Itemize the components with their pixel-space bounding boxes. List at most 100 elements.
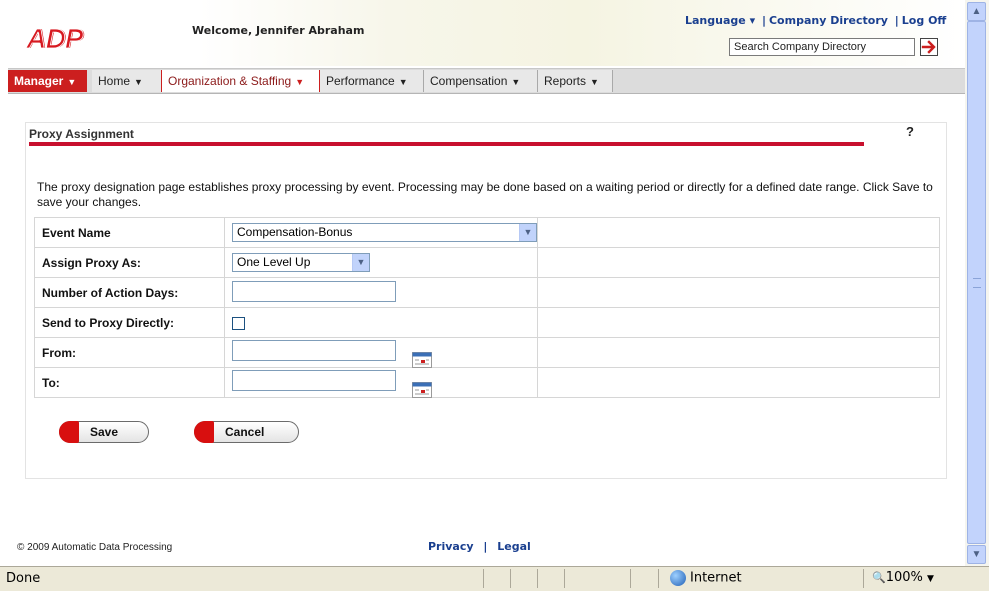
top-links: Language ▾ | Company Directory | Log Off bbox=[685, 14, 946, 27]
filler-cell bbox=[537, 247, 940, 278]
status-panel-divider bbox=[537, 569, 538, 588]
browser-viewport: ADP ADP Welcome, Jennifer Abraham Langua… bbox=[0, 0, 965, 566]
proxy-form-table: Event Name Compensation-Bonus ▼ Assign P… bbox=[34, 217, 940, 399]
filler-cell bbox=[537, 337, 940, 368]
menu-manager[interactable]: Manager ▼ bbox=[8, 70, 87, 92]
action-days-input[interactable] bbox=[232, 280, 396, 302]
assign-proxy-select[interactable]: One Level Up ▼ bbox=[232, 253, 370, 272]
save-button-label: Save bbox=[90, 425, 119, 439]
menu-compensation[interactable]: Compensation ▼ bbox=[424, 70, 538, 92]
scroll-grip bbox=[973, 278, 981, 288]
scroll-down-button[interactable]: ▼ bbox=[967, 545, 986, 564]
menu-performance-label: Performance bbox=[326, 74, 395, 88]
chevron-up-icon: ▲ bbox=[971, 6, 982, 17]
menu-home[interactable]: Home ▼ bbox=[92, 70, 162, 92]
adp-logo: ADP ADP bbox=[26, 23, 85, 52]
event-name-cell: Compensation-Bonus ▼ bbox=[224, 217, 538, 248]
chevron-down-icon: ▼ bbox=[511, 77, 521, 87]
status-text: Done bbox=[6, 571, 41, 586]
zoom-label: 100% bbox=[885, 570, 923, 585]
filler-cell bbox=[537, 277, 940, 308]
link-separator: | bbox=[761, 14, 766, 27]
scroll-thumb[interactable] bbox=[967, 21, 986, 544]
form-row-event-name: Event Name Compensation-Bonus ▼ bbox=[34, 217, 940, 248]
language-link-label: Language bbox=[685, 14, 746, 27]
title-divider bbox=[29, 142, 864, 146]
legal-link[interactable]: Legal bbox=[497, 540, 531, 553]
calendar-icon[interactable] bbox=[412, 382, 433, 399]
chevron-down-icon: ▼ bbox=[519, 224, 536, 241]
to-date-input[interactable] bbox=[232, 369, 396, 391]
status-bar: Done Internet 🔍100% ▼ bbox=[0, 566, 989, 591]
chevron-down-icon: ▼ bbox=[398, 77, 408, 87]
send-direct-label: Send to Proxy Directly: bbox=[34, 307, 225, 338]
menu-reports-label: Reports bbox=[544, 74, 587, 88]
header: ADP ADP Welcome, Jennifer Abraham Langua… bbox=[8, 0, 965, 66]
form-row-from: From: bbox=[34, 337, 940, 369]
menu-organization-staffing-label: Organization & Staffing bbox=[168, 74, 292, 88]
action-days-cell bbox=[224, 277, 538, 308]
chevron-down-icon: ▼ bbox=[927, 574, 934, 584]
filler-cell bbox=[537, 217, 940, 248]
filler-cell bbox=[537, 307, 940, 338]
event-name-label: Event Name bbox=[34, 217, 225, 248]
chevron-down-icon: ▼ bbox=[295, 77, 305, 87]
log-off-link[interactable]: Log Off bbox=[902, 14, 947, 27]
from-label: From: bbox=[34, 337, 225, 368]
event-name-select[interactable]: Compensation-Bonus ▼ bbox=[232, 223, 537, 242]
status-panel-divider bbox=[658, 569, 659, 588]
cancel-button[interactable]: Cancel bbox=[194, 421, 299, 443]
assign-proxy-value: One Level Up bbox=[237, 255, 311, 269]
filler-cell bbox=[537, 367, 940, 398]
scroll-up-button[interactable]: ▲ bbox=[967, 2, 986, 21]
form-row-assign-proxy: Assign Proxy As: One Level Up ▼ bbox=[34, 247, 940, 278]
page-title: Proxy Assignment bbox=[29, 127, 134, 141]
arrow-right-icon bbox=[921, 40, 936, 54]
chevron-down-icon: ▼ bbox=[971, 549, 982, 560]
chevron-down-icon: ▼ bbox=[590, 77, 599, 87]
status-panel-divider bbox=[564, 569, 565, 588]
send-direct-checkbox[interactable] bbox=[232, 316, 245, 330]
help-icon[interactable]: ? bbox=[906, 124, 914, 139]
footer-links: Privacy | Legal bbox=[428, 540, 531, 553]
menu-organization-staffing[interactable]: Organization & Staffing ▼ bbox=[161, 70, 320, 92]
copyright-text: © 2009 Automatic Data Processing bbox=[17, 542, 173, 553]
menu-home-label: Home bbox=[98, 74, 131, 88]
svg-text:ADP: ADP bbox=[26, 23, 83, 52]
search-company-directory-input[interactable]: Search Company Directory bbox=[729, 38, 915, 56]
magnifier-icon: 🔍 bbox=[872, 571, 886, 584]
assign-proxy-label: Assign Proxy As: bbox=[34, 247, 225, 278]
welcome-text: Welcome, Jennifer Abraham bbox=[192, 24, 365, 37]
from-cell bbox=[224, 337, 538, 369]
chevron-down-icon: ▾ bbox=[749, 14, 756, 27]
action-days-label: Number of Action Days: bbox=[34, 277, 225, 308]
status-panel-divider bbox=[483, 569, 484, 588]
company-directory-link[interactable]: Company Directory bbox=[769, 14, 888, 27]
form-row-send-direct: Send to Proxy Directly: bbox=[34, 307, 940, 338]
privacy-link[interactable]: Privacy bbox=[428, 540, 474, 553]
button-red-cap bbox=[194, 421, 214, 443]
zoom-control[interactable]: 🔍100% ▼ bbox=[872, 570, 934, 585]
language-menu-link[interactable]: Language ▾ bbox=[685, 14, 755, 27]
menu-manager-label: Manager bbox=[14, 74, 64, 88]
save-button[interactable]: Save bbox=[59, 421, 149, 443]
to-cell bbox=[224, 367, 538, 399]
search-go-button[interactable] bbox=[920, 38, 938, 56]
link-separator: | bbox=[483, 540, 488, 553]
assign-proxy-cell: One Level Up ▼ bbox=[224, 247, 538, 278]
vertical-scrollbar[interactable]: ▲ ▼ bbox=[965, 0, 989, 566]
send-direct-cell bbox=[224, 307, 538, 338]
to-label: To: bbox=[34, 367, 225, 398]
chevron-down-icon: ▼ bbox=[67, 77, 77, 87]
status-panel-divider bbox=[630, 569, 631, 588]
chevron-down-icon: ▼ bbox=[134, 77, 143, 87]
form-row-to: To: bbox=[34, 367, 940, 399]
link-separator: | bbox=[894, 14, 899, 27]
from-date-input[interactable] bbox=[232, 339, 396, 361]
status-panel-divider bbox=[510, 569, 511, 588]
calendar-icon[interactable] bbox=[412, 352, 433, 369]
event-name-value: Compensation-Bonus bbox=[237, 225, 353, 239]
menu-reports[interactable]: Reports ▼ bbox=[538, 70, 613, 92]
menu-performance[interactable]: Performance ▼ bbox=[320, 70, 424, 92]
globe-icon bbox=[670, 570, 686, 586]
